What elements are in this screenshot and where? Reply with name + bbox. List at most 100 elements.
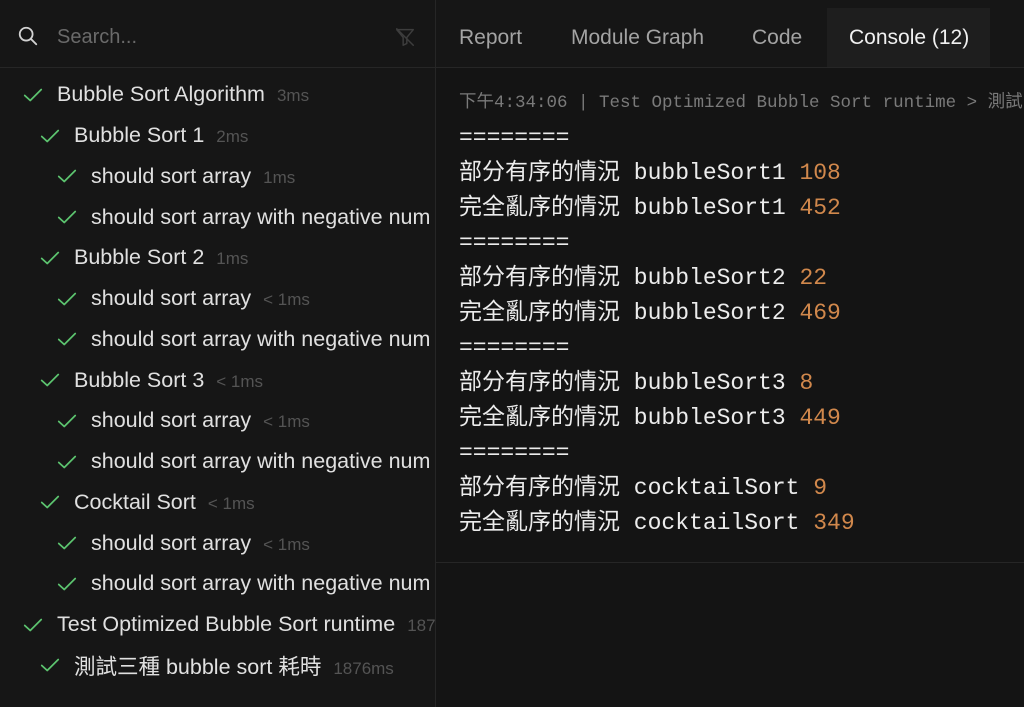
- console-log-text: ========: [459, 440, 570, 466]
- check-icon: [39, 654, 61, 676]
- row-label: should sort array < 1ms: [91, 531, 435, 556]
- check-icon: [56, 410, 78, 432]
- suite-duration: 1ms: [216, 249, 249, 269]
- check-icon: [56, 451, 78, 473]
- row-label: should sort array < 1ms: [91, 408, 435, 433]
- suite-name: Test Optimized Bubble Sort runtime: [57, 612, 396, 637]
- console-log-text: ========: [459, 335, 570, 361]
- console-log-header: 下午4:34:06 | Test Optimized Bubble Sort r…: [459, 93, 1023, 113]
- check-icon: [56, 206, 78, 228]
- console-log-number: 108: [799, 160, 841, 186]
- console-log-text: 部分有序的情況 bubbleSort2: [459, 265, 786, 291]
- test-name: 測試三種 bubble sort 耗時: [74, 654, 322, 679]
- console-log-text: 完全亂序的情況 bubbleSort1: [459, 195, 786, 221]
- suite-name: Bubble Sort 2: [74, 245, 205, 270]
- console-log-line: 完全亂序的情況 bubbleSort2 469: [459, 296, 1024, 331]
- row-label: Bubble Sort Algorithm 3ms: [57, 82, 435, 107]
- test-name: should sort array with negative num: [91, 204, 431, 229]
- test-row-should-sort-array[interactable]: should sort array < 1ms: [0, 523, 435, 564]
- search-bar: [0, 0, 435, 68]
- suite-row-cocktail-sort[interactable]: Cocktail Sort < 1ms: [0, 482, 435, 523]
- test-name: should sort array with negative num: [91, 571, 431, 596]
- check-icon: [39, 369, 61, 391]
- console-log-number: 22: [799, 265, 828, 291]
- suite-row-bubble-sort-3[interactable]: Bubble Sort 3 < 1ms: [0, 360, 435, 401]
- row-label: should sort array 1ms: [91, 164, 435, 189]
- test-row-should-sort-array-negative[interactable]: should sort array with negative num: [0, 319, 435, 360]
- suite-name: Bubble Sort 3: [74, 367, 205, 392]
- check-icon: [56, 165, 78, 187]
- console-log-text: 部分有序的情況 cocktailSort: [459, 475, 800, 501]
- test-name: should sort array with negative num: [91, 326, 431, 351]
- check-icon: [22, 614, 44, 636]
- tab-bar: Report Module Graph Code Console (12): [436, 0, 1024, 68]
- row-label: Test Optimized Bubble Sort runtime 187: [57, 612, 435, 637]
- test-name: should sort array: [91, 530, 252, 555]
- console-log-number: 349: [813, 510, 855, 536]
- row-label: should sort array with negative num: [91, 571, 435, 596]
- test-name: should sort array: [91, 163, 252, 188]
- suite-name: Bubble Sort Algorithm: [57, 82, 265, 107]
- suite-row-bubble-sort-1[interactable]: Bubble Sort 1 2ms: [0, 115, 435, 156]
- console-log-number: 452: [799, 195, 841, 221]
- tab-report[interactable]: Report: [436, 8, 547, 67]
- row-label: Cocktail Sort < 1ms: [74, 490, 435, 515]
- console-log-text: ========: [459, 230, 570, 256]
- console-log-line: 部分有序的情況 bubbleSort2 22: [459, 261, 1024, 296]
- filter-off-icon[interactable]: [394, 26, 416, 48]
- check-icon: [56, 328, 78, 350]
- console-log-text: 完全亂序的情況 cocktailSort: [459, 510, 800, 536]
- test-explorer-sidebar: Bubble Sort Algorithm 3ms Bubble Sort 1 2m…: [0, 0, 436, 707]
- test-row-should-sort-array-negative[interactable]: should sort array with negative num: [0, 441, 435, 482]
- console-log-text: 部分有序的情況 bubbleSort1: [459, 160, 786, 186]
- console-log-line: ========: [459, 121, 1024, 156]
- test-row-bubble-sort-runtime[interactable]: 測試三種 bubble sort 耗時 1876ms: [0, 645, 435, 686]
- search-input[interactable]: [57, 20, 377, 54]
- test-row-should-sort-array[interactable]: should sort array < 1ms: [0, 401, 435, 442]
- check-icon: [56, 573, 78, 595]
- suite-duration: < 1ms: [207, 493, 255, 513]
- row-label: should sort array with negative num: [91, 327, 435, 352]
- console-log-number: 469: [799, 300, 841, 326]
- check-icon: [39, 125, 61, 147]
- check-icon: [39, 491, 61, 513]
- row-label: should sort array with negative num: [91, 449, 435, 474]
- check-icon: [56, 288, 78, 310]
- row-label: 測試三種 bubble sort 耗時 1876ms: [74, 650, 435, 681]
- console-log-number: 9: [813, 475, 828, 501]
- test-tree: Bubble Sort Algorithm 3ms Bubble Sort 1 2m…: [0, 68, 435, 686]
- suite-row-test-optimized-bubble-sort-runtime[interactable]: Test Optimized Bubble Sort runtime 187: [0, 604, 435, 645]
- console-log-line: 部分有序的情況 bubbleSort1 108: [459, 156, 1024, 191]
- suite-duration: 2ms: [216, 127, 249, 147]
- row-label: Bubble Sort 2 1ms: [74, 245, 435, 270]
- row-label: Bubble Sort 3 < 1ms: [74, 368, 435, 393]
- test-row-should-sort-array[interactable]: should sort array < 1ms: [0, 278, 435, 319]
- test-duration: < 1ms: [263, 290, 310, 310]
- tab-code[interactable]: Code: [729, 8, 827, 67]
- check-icon: [56, 532, 78, 554]
- console-output: 下午4:34:06 | Test Optimized Bubble Sort r…: [436, 68, 1024, 563]
- console-log-line: ========: [459, 226, 1024, 261]
- check-icon: [22, 84, 44, 106]
- tab-console[interactable]: Console (12): [827, 8, 990, 67]
- console-log-number: 8: [799, 370, 814, 396]
- console-log-line: 完全亂序的情況 bubbleSort3 449: [459, 401, 1024, 436]
- test-row-should-sort-array-negative[interactable]: should sort array with negative num: [0, 564, 435, 605]
- test-row-should-sort-array-negative[interactable]: should sort array with negative num: [0, 197, 435, 238]
- suite-name: Bubble Sort 1: [74, 123, 205, 148]
- tab-module-graph[interactable]: Module Graph: [547, 8, 729, 67]
- console-log-line: 完全亂序的情況 bubbleSort1 452: [459, 191, 1024, 226]
- test-name: should sort array: [91, 408, 252, 433]
- suite-duration: 3ms: [276, 86, 310, 106]
- console-log-line: 部分有序的情況 cocktailSort 9: [459, 471, 1024, 506]
- console-log-line: ========: [459, 331, 1024, 366]
- test-row-should-sort-array[interactable]: should sort array 1ms: [0, 156, 435, 197]
- console-log-number: 449: [799, 405, 841, 431]
- console-log-line: 部分有序的情況 bubbleSort3 8: [459, 366, 1024, 401]
- suite-row-bubble-sort-algorithm[interactable]: Bubble Sort Algorithm 3ms: [0, 75, 435, 116]
- test-name: should sort array: [91, 286, 252, 311]
- row-label: Bubble Sort 1 2ms: [74, 123, 435, 148]
- console-log-text: 完全亂序的情況 bubbleSort2: [459, 300, 786, 326]
- suite-row-bubble-sort-2[interactable]: Bubble Sort 2 1ms: [0, 238, 435, 279]
- test-duration: 1876ms: [333, 658, 394, 678]
